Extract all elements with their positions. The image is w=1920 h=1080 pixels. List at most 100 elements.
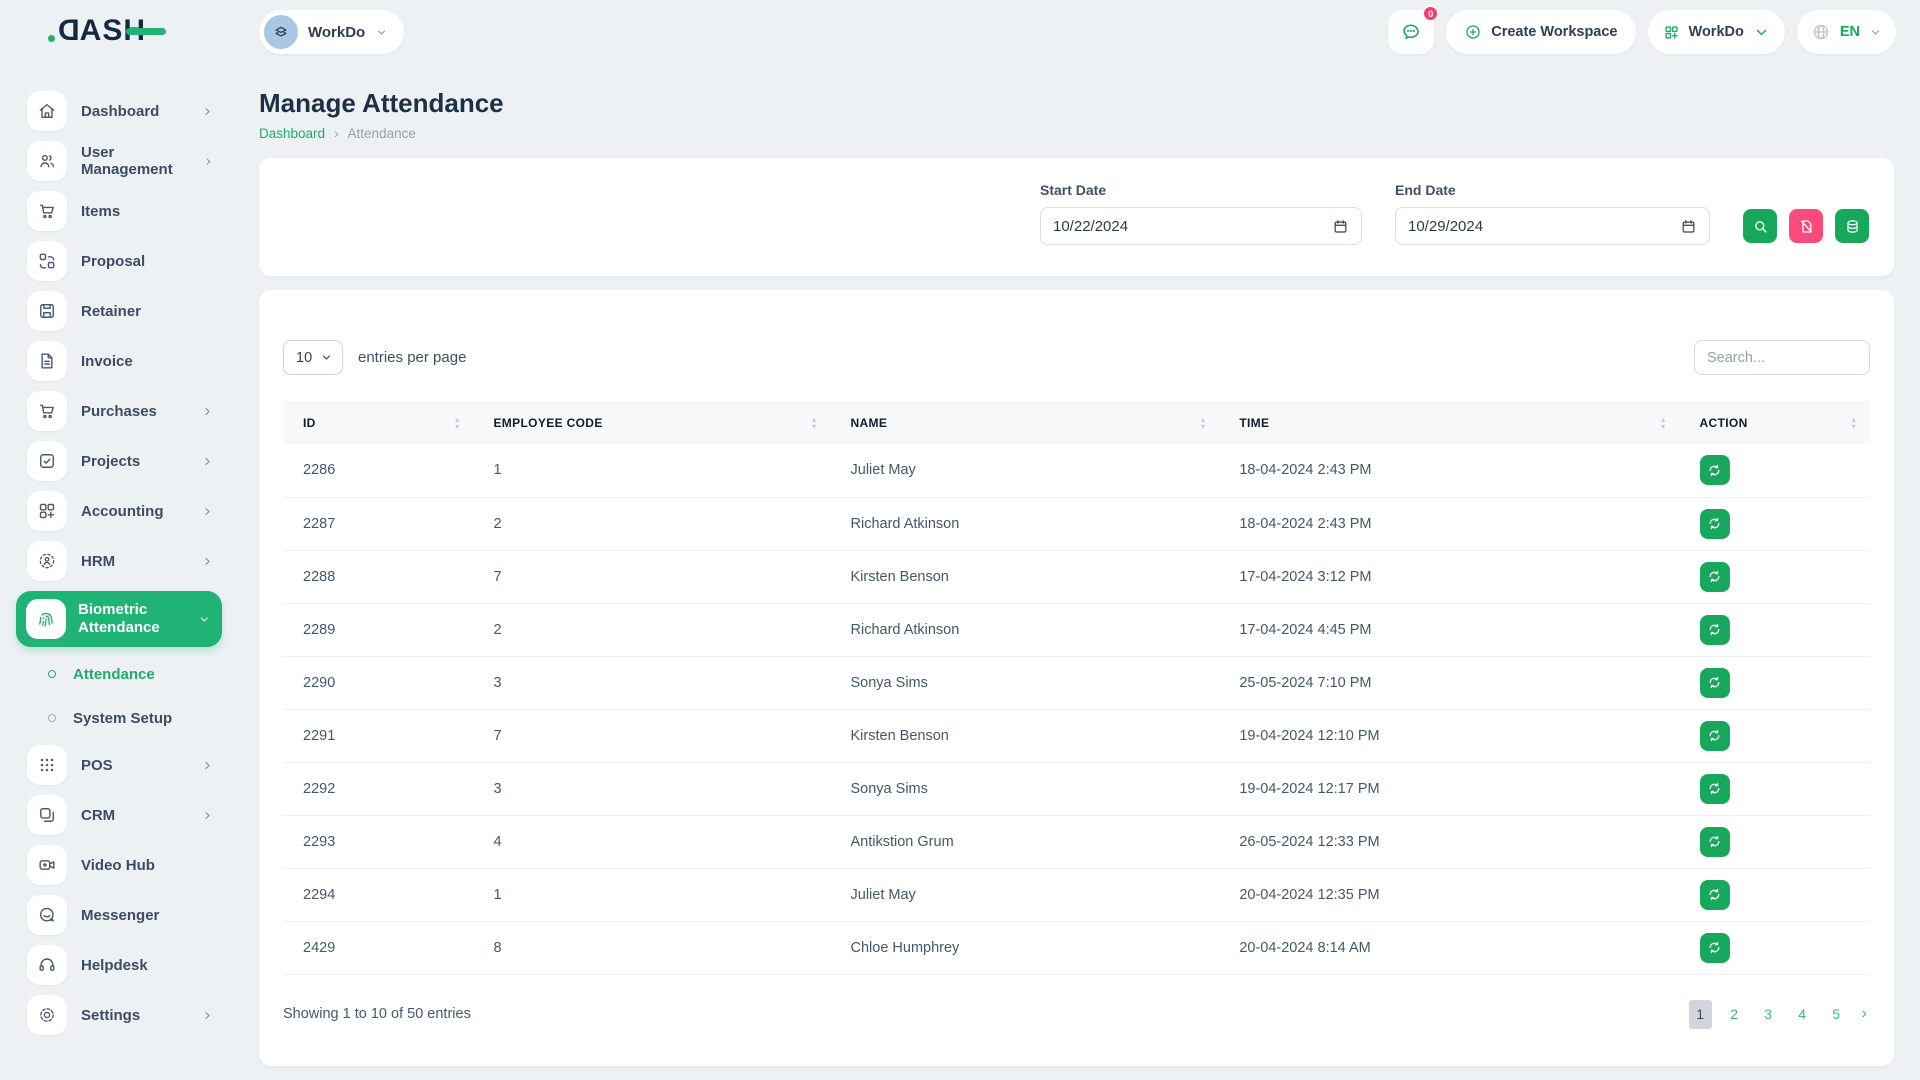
- column-header[interactable]: ACTION ▴▾: [1680, 401, 1870, 444]
- cell-time: 20-04-2024 8:14 AM: [1219, 921, 1679, 974]
- cell-employee-code: 2: [473, 497, 830, 550]
- sidebar-item-label: Video Hub: [81, 857, 155, 874]
- sidebar-item[interactable]: CRM: [0, 790, 232, 840]
- cell-time: 25-05-2024 7:10 PM: [1219, 656, 1679, 709]
- cell-employee-code: 3: [473, 762, 830, 815]
- sidebar-item[interactable]: Video Hub: [0, 840, 232, 890]
- start-date-label: Start Date: [1040, 182, 1362, 198]
- attendance-table-card: 10 entries per page ID ▴▾: [259, 290, 1894, 1066]
- page-number[interactable]: 3: [1757, 1000, 1780, 1029]
- video-icon: [37, 855, 57, 875]
- grid-plus-icon: [1663, 24, 1680, 41]
- sidebar-item[interactable]: Messenger: [0, 890, 232, 940]
- sidebar-item-label: Accounting: [81, 503, 164, 520]
- chevron-right-icon: [201, 405, 214, 418]
- page-number[interactable]: 1: [1689, 1000, 1712, 1029]
- column-header[interactable]: TIME ▴▾: [1219, 401, 1679, 444]
- sync-attendance-button[interactable]: [1700, 509, 1730, 539]
- breadcrumb: Dashboard › Attendance: [259, 126, 1894, 141]
- sidebar-item[interactable]: HRM: [0, 536, 232, 586]
- sidebar-item-label: Proposal: [81, 253, 145, 270]
- sort-icon: ▴▾: [1852, 416, 1856, 430]
- brand-logo[interactable]: DASH: [57, 14, 146, 48]
- sidebar-item[interactable]: Proposal: [0, 236, 232, 286]
- logo-letters-as: AS: [80, 14, 124, 48]
- messages-button[interactable]: 0: [1388, 10, 1434, 54]
- sidebar-item-label: Messenger: [81, 907, 159, 924]
- sync-attendance-button[interactable]: [1700, 721, 1730, 751]
- table-row: 2429 8 Chloe Humphrey 20-04-2024 8:14 AM: [283, 921, 1870, 974]
- page-size-select[interactable]: 10: [283, 340, 343, 375]
- sync-attendance-button[interactable]: [1700, 774, 1730, 804]
- fingerprint-icon: [36, 609, 56, 629]
- calendar-icon[interactable]: [1680, 218, 1697, 235]
- sidebar-item[interactable]: Items: [0, 186, 232, 236]
- column-header[interactable]: NAME ▴▾: [831, 401, 1220, 444]
- sidebar-item-biometric-attendance[interactable]: Biometric Attendance: [16, 591, 222, 647]
- cell-id: 2292: [283, 762, 473, 815]
- sidebar: Dashboard User Management Items Proposal…: [0, 64, 232, 1080]
- sidebar-subitem[interactable]: Attendance: [0, 652, 232, 696]
- cell-name: Chloe Humphrey: [831, 921, 1220, 974]
- breadcrumb-dashboard-link[interactable]: Dashboard: [259, 126, 325, 141]
- cell-id: 2288: [283, 550, 473, 603]
- proposal-icon: [37, 251, 57, 271]
- topbar: DASH WorkDo 0 Create Workspace WorkDo EN: [0, 0, 1920, 64]
- retainer-icon: [37, 301, 57, 321]
- bullet-icon: [48, 714, 56, 722]
- sync-icon: [1707, 622, 1722, 637]
- cell-employee-code: 1: [473, 868, 830, 921]
- page-number[interactable]: 5: [1825, 1000, 1848, 1029]
- workspace-switcher[interactable]: WorkDo: [259, 10, 404, 54]
- reset-filter-button[interactable]: [1789, 209, 1823, 243]
- logo-letter-d: D: [57, 14, 80, 48]
- bullet-icon: [48, 670, 56, 678]
- cell-employee-code: 4: [473, 815, 830, 868]
- sync-attendance-button[interactable]: [1700, 615, 1730, 645]
- column-header[interactable]: ID ▴▾: [283, 401, 473, 444]
- sidebar-item[interactable]: Invoice: [0, 336, 232, 386]
- sidebar-item[interactable]: POS: [0, 740, 232, 790]
- sync-attendance-button[interactable]: [1700, 827, 1730, 857]
- sidebar-item[interactable]: Projects: [0, 436, 232, 486]
- sidebar-item[interactable]: Retainer: [0, 286, 232, 336]
- next-page-button[interactable]: ›: [1859, 1005, 1870, 1023]
- language-selector[interactable]: EN: [1797, 10, 1896, 54]
- sidebar-item[interactable]: User Management: [0, 136, 232, 186]
- chevron-down-icon: [320, 351, 333, 364]
- sync-attendance-button[interactable]: [1700, 562, 1730, 592]
- search-input[interactable]: [1694, 340, 1870, 375]
- create-workspace-button[interactable]: Create Workspace: [1446, 10, 1635, 54]
- export-button[interactable]: [1835, 209, 1869, 243]
- sidebar-item[interactable]: Settings: [0, 990, 232, 1040]
- sync-attendance-button[interactable]: [1700, 455, 1730, 485]
- sidebar-item[interactable]: Accounting: [0, 486, 232, 536]
- pos-icon: [37, 755, 57, 775]
- page-number[interactable]: 4: [1791, 1000, 1814, 1029]
- cell-time: 26-05-2024 12:33 PM: [1219, 815, 1679, 868]
- sidebar-subitem[interactable]: System Setup: [0, 696, 232, 740]
- sidebar-item[interactable]: Helpdesk: [0, 940, 232, 990]
- invoice-icon: [37, 351, 57, 371]
- cell-name: Sonya Sims: [831, 656, 1220, 709]
- sidebar-item[interactable]: Dashboard: [0, 86, 232, 136]
- sync-attendance-button[interactable]: [1700, 880, 1730, 910]
- calendar-icon[interactable]: [1332, 218, 1349, 235]
- chat-dots-icon: [1400, 21, 1422, 43]
- cell-name: Juliet May: [831, 868, 1220, 921]
- end-date-input[interactable]: 10/29/2024: [1395, 207, 1710, 245]
- sidebar-item[interactable]: Purchases: [0, 386, 232, 436]
- sidebar-item-label: CRM: [81, 807, 115, 824]
- chevron-down-icon: [1753, 24, 1770, 41]
- column-header[interactable]: EMPLOYEE CODE ▴▾: [473, 401, 830, 444]
- start-date-input[interactable]: 10/22/2024: [1040, 207, 1362, 245]
- sync-attendance-button[interactable]: [1700, 933, 1730, 963]
- page-number[interactable]: 2: [1723, 1000, 1746, 1029]
- sync-icon: [1707, 834, 1722, 849]
- sync-attendance-button[interactable]: [1700, 668, 1730, 698]
- app-menu-button[interactable]: WorkDo: [1648, 10, 1785, 54]
- cell-employee-code: 1: [473, 444, 830, 497]
- apply-filter-button[interactable]: [1743, 209, 1777, 243]
- plus-circle-icon: [1464, 23, 1482, 41]
- sort-icon: ▴▾: [455, 416, 459, 430]
